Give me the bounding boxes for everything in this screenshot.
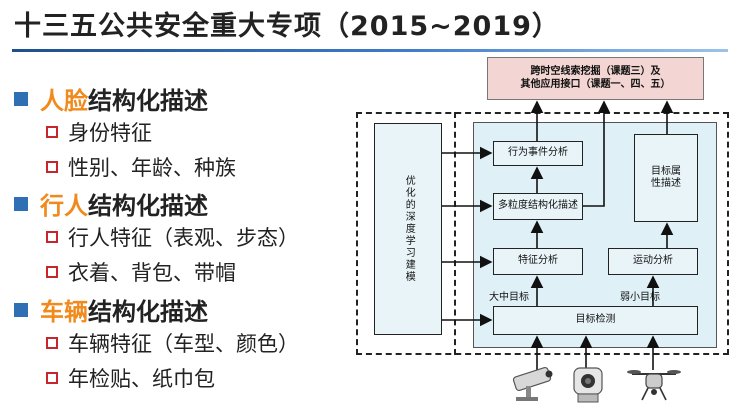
list-item: 身份特征 [46, 117, 152, 145]
top-box-line: 跨时空线索挖掘（课题三）及 [530, 66, 661, 77]
box-label: 行为事件分析 [508, 147, 568, 159]
list-item-text: 性别、年龄、种族 [68, 156, 236, 180]
section-rest: 结构化描述 [88, 298, 208, 326]
list-item: 车辆特征（车型、颜色） [46, 328, 299, 356]
list-item: 年检贴、纸巾包 [46, 363, 215, 391]
square-bullet-icon [14, 197, 28, 211]
checkbox-icon [46, 266, 58, 278]
list-item-text: 车辆特征（车型、颜色） [68, 332, 299, 356]
box-label: 运动分析 [633, 255, 673, 267]
target-attribute-box: 目标属 性描述 [634, 134, 698, 222]
multigranular-box: 多粒度结构化描述 [493, 193, 583, 220]
deep-learning-label: 优化的深度学习建模 [403, 175, 415, 283]
feature-analysis-box: 特征分析 [493, 248, 583, 275]
target-detection-box: 目标检测 [493, 306, 698, 335]
top-box-line: 其他应用接口（课题一、四、五） [520, 78, 671, 90]
checkbox-icon [46, 161, 58, 173]
box-label: 性描述 [651, 178, 681, 189]
list-item: 性别、年龄、种族 [46, 152, 236, 180]
section-pedestrian: 行人结构化描述 [14, 186, 208, 220]
top-output-box: 跨时空线索挖掘（课题三）及 其他应用接口（课题一、四、五） [487, 57, 704, 100]
title-divider [12, 49, 728, 52]
checkbox-icon [46, 372, 58, 384]
section-accent: 车辆 [40, 298, 88, 326]
drone-icon [627, 370, 681, 401]
behavior-analysis-box: 行为事件分析 [493, 141, 583, 166]
diagram-divider [454, 112, 456, 355]
deep-learning-box: 优化的深度学习建模 [374, 123, 442, 335]
list-item-text: 衣着、背包、带帽 [68, 261, 236, 285]
box-label: 特征分析 [518, 255, 558, 267]
square-bullet-icon [14, 92, 28, 106]
section-rest: 结构化描述 [88, 192, 208, 220]
checkbox-icon [46, 337, 58, 349]
checkbox-icon [46, 231, 58, 243]
list-item-text: 身份特征 [68, 121, 152, 145]
section-accent: 行人 [40, 192, 88, 220]
list-item-text: 行人特征（表观、步态） [68, 226, 299, 250]
section-face: 人脸结构化描述 [14, 81, 208, 115]
small-target-label: 弱小目标 [620, 292, 660, 303]
motion-analysis-box: 运动分析 [608, 248, 698, 275]
section-accent: 人脸 [40, 87, 88, 115]
list-item-text: 年检贴、纸巾包 [68, 367, 215, 391]
section-vehicle: 车辆结构化描述 [14, 292, 208, 326]
box-label: 目标属 [651, 165, 681, 177]
page-title: 十三五公共安全重大专项（2015~2019） [14, 11, 560, 42]
box-label: 多粒度结构化描述 [498, 200, 578, 212]
ptz-dome-camera-icon [573, 367, 603, 403]
section-rest: 结构化描述 [88, 87, 208, 115]
square-bullet-icon [14, 303, 28, 317]
large-target-label: 大中目标 [489, 292, 529, 303]
checkbox-icon [46, 126, 58, 138]
security-camera-icon [512, 366, 553, 401]
list-item: 衣着、背包、带帽 [46, 257, 236, 285]
box-label: 目标检测 [575, 314, 616, 326]
list-item: 行人特征（表观、步态） [46, 222, 299, 250]
